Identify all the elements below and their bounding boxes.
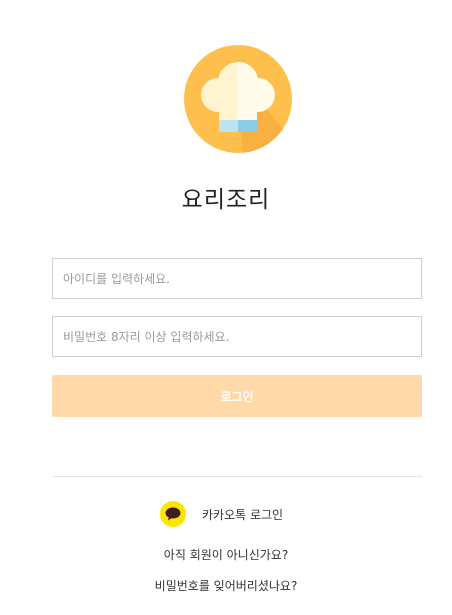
id-input[interactable] (52, 258, 422, 299)
kakao-login-button[interactable]: 카카오톡 로그인 (160, 501, 283, 527)
kakao-login-label: 카카오톡 로그인 (202, 507, 284, 522)
signup-link[interactable]: 아직 회원이 아니신가요? (0, 546, 452, 563)
login-button[interactable]: 로그인 (52, 375, 422, 417)
login-page: 요리조리 로그인 카카오톡 로그인 아직 회원이 아니신가요? 비밀번호를 잊어… (0, 0, 452, 615)
chef-hat-icon (184, 45, 292, 153)
password-input[interactable] (52, 316, 422, 357)
kakao-chat-icon (160, 501, 186, 527)
divider (52, 476, 422, 477)
app-title: 요리조리 (181, 187, 271, 213)
forgot-password-link[interactable]: 비밀번호를 잊어버리셨나요? (0, 577, 452, 594)
